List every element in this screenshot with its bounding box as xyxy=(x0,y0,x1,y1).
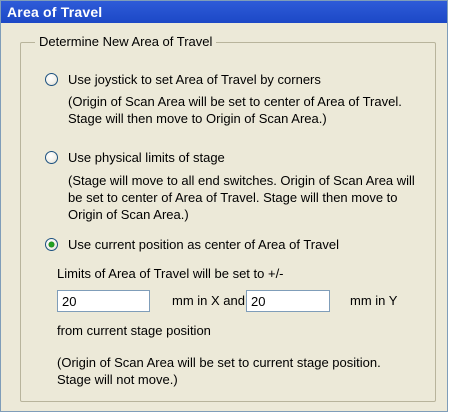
radio-option-current-position[interactable]: Use current position as center of Area o… xyxy=(45,235,339,253)
radio-button-physical-limits[interactable] xyxy=(45,150,58,164)
from-position-text: from current stage position xyxy=(57,323,211,338)
radio-label-current-position: Use current position as center of Area o… xyxy=(68,236,339,252)
radio-label-joystick: Use joystick to set Area of Travel by co… xyxy=(68,71,321,87)
radio-label-physical-limits: Use physical limits of stage xyxy=(68,149,225,165)
y-unit-label: mm in Y xyxy=(350,293,398,308)
y-limit-input[interactable] xyxy=(246,290,330,312)
current-position-note: (Origin of Scan Area will be set to curr… xyxy=(57,355,381,387)
radio-option-joystick[interactable]: Use joystick to set Area of Travel by co… xyxy=(45,70,321,88)
window-edge xyxy=(448,0,454,418)
group-label: Determine New Area of Travel xyxy=(35,34,217,49)
limits-intro-text: Limits of Area of Travel will be set to … xyxy=(57,266,284,281)
panel-title: Area of Travel xyxy=(1,1,447,23)
x-unit-label: mm in X and xyxy=(172,293,245,308)
physical-limits-description: (Stage will move to all end switches. Or… xyxy=(68,173,415,222)
joystick-description: (Origin of Scan Area will be set to cent… xyxy=(68,94,402,126)
radio-button-joystick[interactable] xyxy=(45,72,58,86)
radio-option-physical-limits[interactable]: Use physical limits of stage xyxy=(45,148,225,166)
radio-button-current-position[interactable] xyxy=(45,237,58,251)
x-limit-input[interactable] xyxy=(57,290,150,312)
